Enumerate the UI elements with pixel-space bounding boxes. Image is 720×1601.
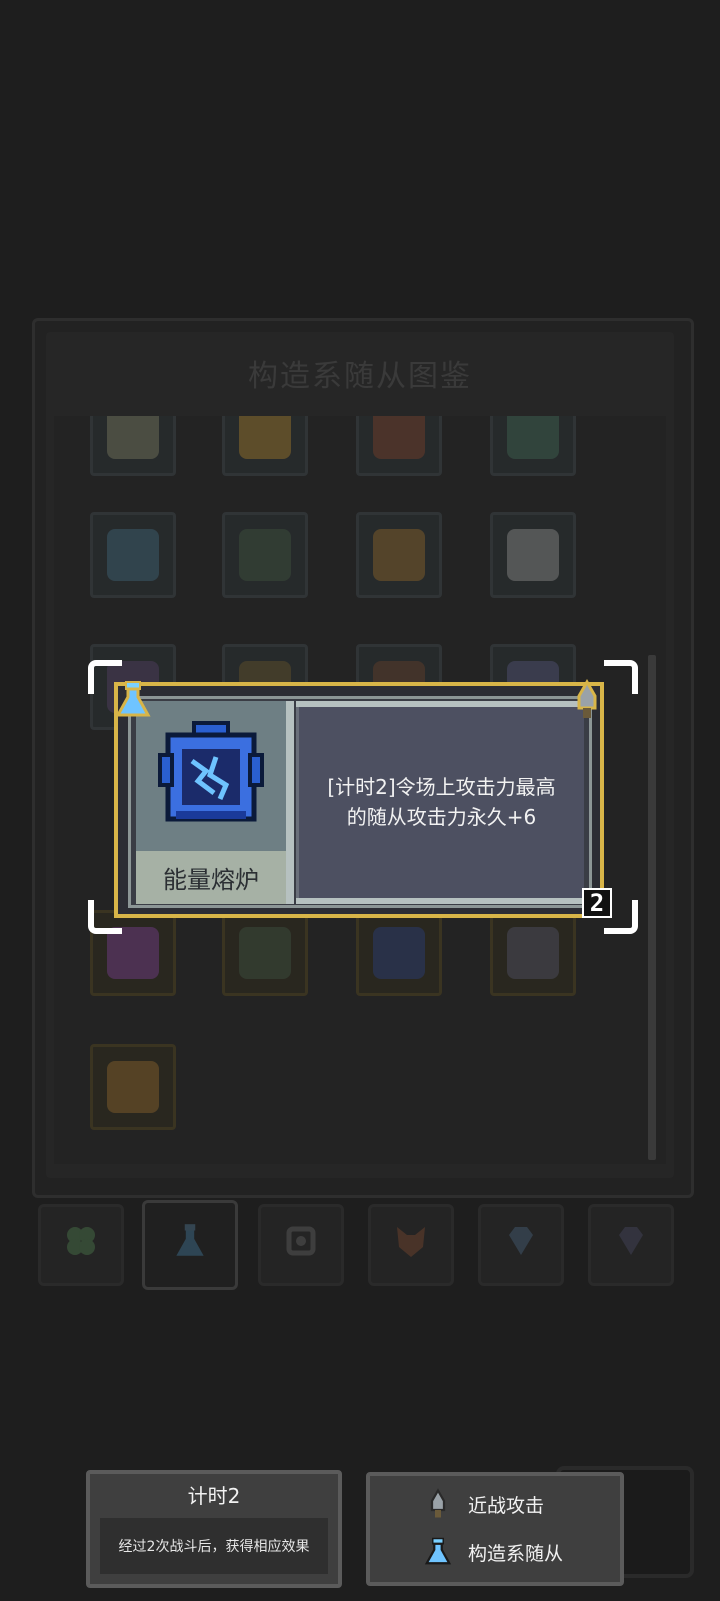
tab-beast[interactable] <box>368 1204 454 1286</box>
minion-slot[interactable] <box>90 1044 176 1130</box>
sword-icon <box>420 1486 456 1522</box>
minion-slot[interactable] <box>356 910 442 996</box>
card-divider <box>286 701 294 904</box>
energy-furnace-icon <box>158 721 264 822</box>
flask-icon <box>169 1220 211 1271</box>
tab-crystal-2[interactable] <box>588 1204 674 1286</box>
tab-crystal[interactable] <box>478 1204 564 1286</box>
tab-construct[interactable] <box>142 1200 238 1290</box>
diamond-icon <box>611 1221 651 1270</box>
selection-corner <box>604 660 638 694</box>
collection-scrollbar[interactable] <box>648 655 656 1160</box>
minion-slot[interactable] <box>490 416 576 476</box>
description-line: 的随从攻击力永久+6 <box>346 804 537 829</box>
legend-construct-label: 构造系随从 <box>468 1542 564 1565</box>
minion-slot[interactable] <box>222 512 308 598</box>
description-line: [计时2]令场上攻击力最高 <box>327 774 556 799</box>
minion-name: 能量熔炉 <box>136 851 286 904</box>
flask-icon <box>420 1534 456 1570</box>
minion-slot[interactable] <box>356 416 442 476</box>
tab-clover[interactable] <box>38 1204 124 1286</box>
minion-slot[interactable] <box>90 512 176 598</box>
keyword-description: 经过2次战斗后，获得相应效果 <box>100 1518 328 1574</box>
tab-machine[interactable] <box>258 1204 344 1286</box>
diamond-icon <box>501 1221 541 1270</box>
minion-portrait <box>136 701 286 851</box>
flask-icon <box>112 678 154 722</box>
legend-row-melee: 近战攻击 <box>420 1486 544 1522</box>
minion-slot[interactable] <box>490 512 576 598</box>
gear-icon <box>281 1221 321 1270</box>
legend-box: 近战攻击 构造系随从 <box>366 1472 624 1586</box>
keyword-title: 计时2 <box>187 1484 241 1508</box>
minion-slot[interactable] <box>222 416 308 476</box>
clover-icon <box>61 1221 101 1270</box>
minion-slot[interactable] <box>490 910 576 996</box>
legend-melee-label: 近战攻击 <box>468 1494 545 1517</box>
minion-slot[interactable] <box>90 416 176 476</box>
minion-slot[interactable] <box>356 512 442 598</box>
minion-slot[interactable] <box>222 910 308 996</box>
legend-row-construct: 构造系随从 <box>420 1534 563 1570</box>
desc-border <box>296 898 584 904</box>
minion-description: [计时2]令场上攻击力最高 的随从攻击力永久+6 <box>296 701 584 902</box>
desc-border <box>296 701 584 707</box>
fox-icon <box>391 1221 431 1270</box>
keyword-box: 计时2 经过2次战斗后，获得相应效果 <box>86 1470 342 1588</box>
sword-icon <box>566 678 608 722</box>
cost-badge: 2 <box>582 888 612 918</box>
collection-title: 构造系随从图鉴 <box>248 359 472 394</box>
